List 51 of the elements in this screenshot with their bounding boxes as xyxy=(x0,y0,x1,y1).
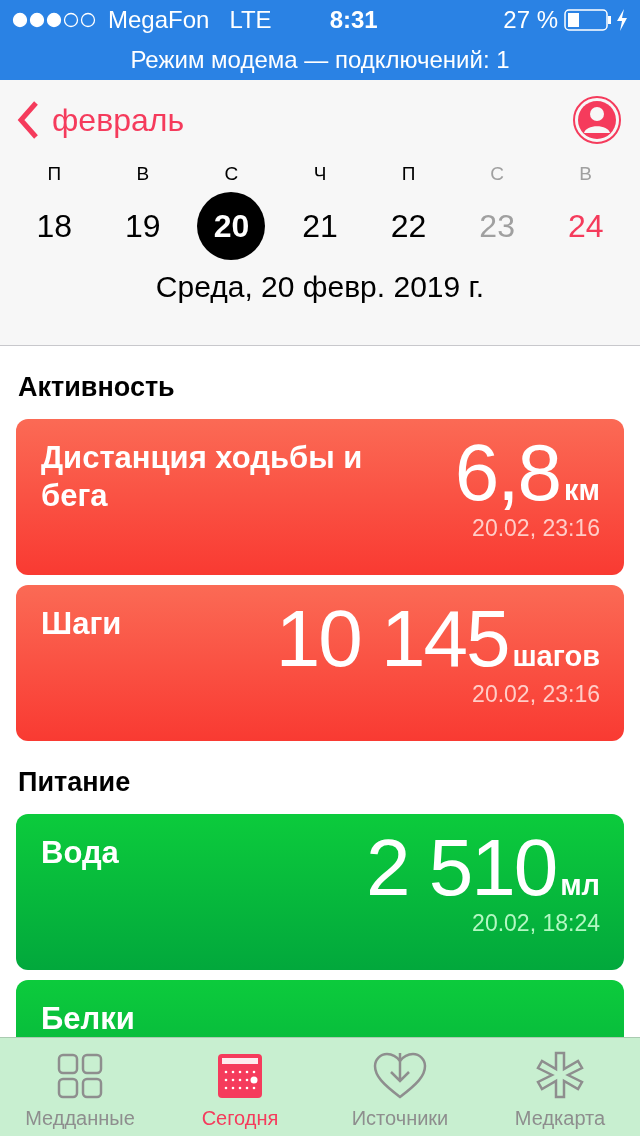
battery-percent: 27 % xyxy=(503,6,558,34)
asterisk-icon xyxy=(536,1051,584,1099)
selected-date: Среда, 20 февр. 2019 г. xyxy=(155,270,485,303)
metric-title: Дистанция ходьбы и бега xyxy=(41,439,364,515)
calendar-day[interactable]: 23 xyxy=(463,192,532,260)
metric-time: 20.02, 23:16 xyxy=(472,515,600,542)
metric-time: 20.02, 23:16 xyxy=(472,681,600,708)
weekday-letter: В xyxy=(578,162,594,186)
metric-value: 2 510 xyxy=(365,826,557,910)
weekday-letter: П xyxy=(46,162,63,186)
metric-card[interactable]: Вода 2 510 мл 20.02, 18:24 xyxy=(16,814,624,970)
metric-unit: мл xyxy=(560,869,600,902)
metric-title: Вода xyxy=(41,834,119,872)
tab-item[interactable]: Медкарта xyxy=(480,1038,640,1136)
profile-avatar-icon[interactable] xyxy=(572,95,622,145)
section-title: Питание xyxy=(17,766,132,799)
clock: 8:31 xyxy=(329,6,378,34)
back-button[interactable]: февраль xyxy=(16,100,185,140)
weekday-letter: Ч xyxy=(312,162,328,186)
heart-download-icon xyxy=(373,1051,427,1099)
charging-icon xyxy=(616,9,628,31)
back-chevron-icon xyxy=(16,100,40,140)
weekday-letter: С xyxy=(489,162,505,186)
metric-title: Шаги xyxy=(41,605,122,643)
calendar-day[interactable]: 20 xyxy=(197,192,266,260)
metric-card[interactable]: Шаги 10 145 шагов 20.02, 23:16 xyxy=(16,585,624,741)
metric-title: Белки xyxy=(41,1000,135,1037)
metric-card[interactable]: Белки xyxy=(16,980,624,1037)
grid-icon xyxy=(57,1053,103,1099)
metric-value: 6,8 xyxy=(454,431,561,515)
calendar-day[interactable]: 19 xyxy=(108,192,177,260)
calendar-day[interactable]: 22 xyxy=(374,192,443,260)
tab-item[interactable]: Сегодня xyxy=(160,1038,320,1136)
metric-unit: шагов xyxy=(512,640,600,673)
weekday-letter: П xyxy=(400,162,417,186)
tab-item[interactable]: Источники xyxy=(320,1038,480,1136)
calendar-day[interactable]: 24 xyxy=(551,192,620,260)
metric-time: 20.02, 18:24 xyxy=(472,910,600,937)
network-type: LTE xyxy=(229,6,272,34)
calendar-icon xyxy=(217,1053,263,1099)
calendar-day[interactable]: 21 xyxy=(286,192,354,260)
metric-unit: км xyxy=(564,474,600,507)
metric-value: 10 145 xyxy=(275,597,509,681)
calendar-day[interactable]: 18 xyxy=(20,192,89,260)
carrier-name: MegaFon xyxy=(108,6,210,34)
section-title: Активность xyxy=(17,371,176,404)
metric-card[interactable]: Дистанция ходьбы и бега 6,8 км 20.02, 23:16 xyxy=(16,419,624,575)
battery-icon xyxy=(564,9,612,31)
tab-item[interactable]: Медданные xyxy=(0,1038,160,1136)
weekday-letter: В xyxy=(135,162,151,186)
weekday-letter: С xyxy=(223,162,240,186)
